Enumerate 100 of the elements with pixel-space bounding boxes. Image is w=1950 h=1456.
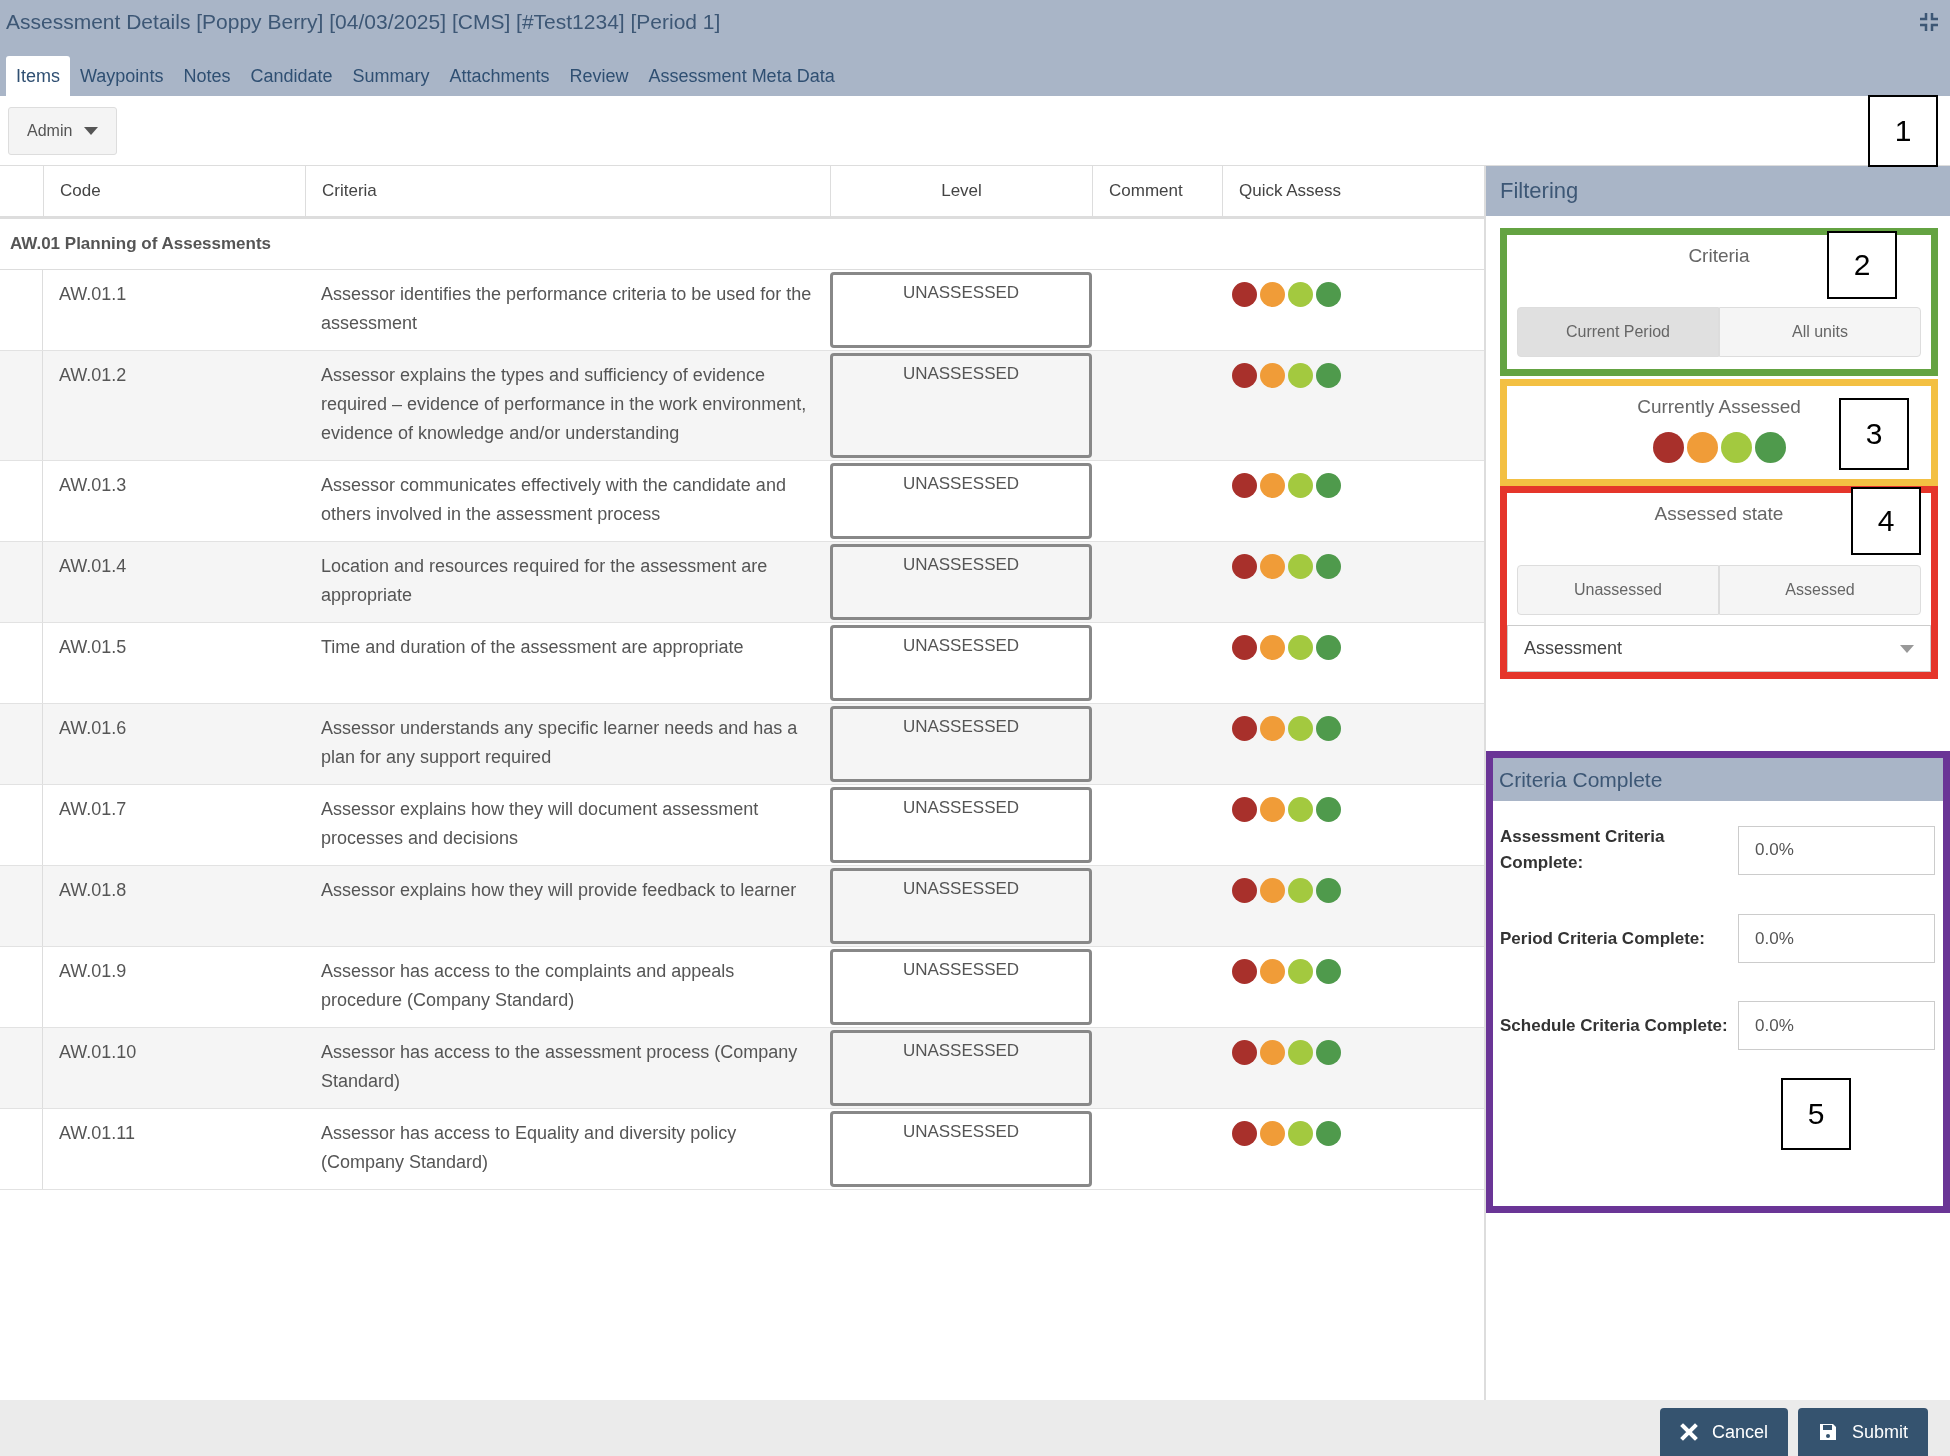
tab[interactable]: Waypoints	[70, 56, 174, 96]
criteria-cell-text: Assessor has access to the complaints and appeals procedure (Company Standard)	[320, 960, 736, 1012]
quick-assess-dot[interactable]	[1232, 635, 1257, 660]
quick-assess-dot[interactable]	[1232, 363, 1257, 388]
section-label: Criteria	[1688, 244, 1750, 267]
level-selector[interactable]: UNASSESSED	[830, 272, 1092, 348]
quick-assess-dot[interactable]	[1260, 959, 1285, 984]
assessment-select[interactable]: Assessment	[1507, 625, 1931, 672]
column-header: Quick Assess	[1222, 166, 1484, 216]
quick-assess-dot[interactable]	[1316, 282, 1341, 307]
level-selector[interactable]: UNASSESSED	[830, 949, 1092, 1025]
percent-field[interactable]: 0.0%	[1738, 825, 1935, 875]
submit-button[interactable]: Submit	[1797, 1408, 1928, 1456]
close-icon	[1679, 1423, 1698, 1441]
tab[interactable]: Review	[559, 56, 639, 96]
level-selector[interactable]: UNASSESSED	[830, 706, 1092, 782]
quick-assess-dot[interactable]	[1288, 282, 1313, 307]
code-cell-text: AW.01.11	[58, 1122, 137, 1145]
quick-assess-dot[interactable]	[1316, 554, 1341, 579]
level-selector[interactable]: UNASSESSED	[830, 625, 1092, 701]
quick-assess-dot[interactable]	[1232, 959, 1257, 984]
cancel-button[interactable]: Cancel	[1659, 1408, 1788, 1456]
level-selector[interactable]: UNASSESSED	[830, 463, 1092, 539]
quick-assess-dot[interactable]	[1316, 635, 1341, 660]
quick-assess-dot[interactable]	[1260, 363, 1285, 388]
quick-assess-dot[interactable]	[1232, 473, 1257, 498]
tab[interactable]: Candidate	[240, 56, 343, 96]
percent-field[interactable]: 0.0%	[1738, 1001, 1935, 1050]
tab[interactable]: Items	[6, 56, 70, 96]
criteria-cell-text: Location and resources required for the assessment are appropriate	[320, 555, 769, 607]
quick-assess-dot[interactable]	[1260, 473, 1285, 498]
quick-assess-dot[interactable]	[1232, 282, 1257, 307]
quick-assess-dot[interactable]	[1316, 363, 1341, 388]
section-title: Criteria Complete	[1493, 758, 1943, 801]
field-label: Schedule Criteria Complete:	[1500, 1014, 1729, 1037]
callout-number: 1	[1868, 94, 1938, 167]
level-selector[interactable]: UNASSESSED	[830, 868, 1092, 944]
section-label: Assessed state	[1654, 502, 1784, 525]
quick-assess-dot[interactable]	[1260, 878, 1285, 903]
column-header: Level	[830, 166, 1092, 216]
quick-assess-dot[interactable]	[1288, 959, 1313, 984]
tab[interactable]: Assessment Meta Data	[638, 56, 845, 96]
panel-title: Filtering	[1486, 166, 1950, 216]
quick-assess-dot[interactable]	[1232, 797, 1257, 822]
quick-assess-dot[interactable]	[1260, 282, 1285, 307]
callout-number: 5	[1781, 1078, 1851, 1150]
level-selector[interactable]: UNASSESSED	[830, 787, 1092, 863]
quick-assess-dot[interactable]	[1288, 716, 1313, 741]
quick-assess-dot[interactable]	[1232, 1121, 1257, 1146]
quick-assess-dot[interactable]	[1260, 1040, 1285, 1065]
quick-assess-dot[interactable]	[1260, 797, 1285, 822]
criteria-cell-text: Assessor understands any specific learner needs and has a plan for any support required	[320, 717, 799, 769]
assessed-filter-dot[interactable]	[1754, 432, 1786, 463]
tab[interactable]: Attachments	[439, 56, 560, 96]
code-cell-text: AW.01.10	[58, 1041, 138, 1064]
quick-assess-dot[interactable]	[1288, 1040, 1313, 1065]
quick-assess-dot[interactable]	[1316, 473, 1341, 498]
field-label: Period Criteria Complete:	[1500, 927, 1706, 950]
assessed-filter-dot[interactable]	[1652, 432, 1684, 463]
quick-assess-dot[interactable]	[1288, 878, 1313, 903]
quick-assess-dot[interactable]	[1288, 635, 1313, 660]
quick-assess-dot[interactable]	[1260, 635, 1285, 660]
quick-assess-dot[interactable]	[1232, 1040, 1257, 1065]
level-selector[interactable]: UNASSESSED	[830, 1111, 1092, 1187]
criteria-cell-text: Assessor explains the types and sufficiency of evidence required – evidence of performance in the work environment, evidence of knowledge and/or understanding	[320, 364, 808, 445]
tab[interactable]: Summary	[342, 56, 440, 96]
quick-assess-dot[interactable]	[1316, 1121, 1341, 1146]
column-header: Comment	[1092, 166, 1222, 216]
quick-assess-dot[interactable]	[1260, 554, 1285, 579]
segment-button[interactable]: Current Period	[1517, 307, 1719, 357]
assessed-filter-dot[interactable]	[1720, 432, 1752, 463]
segment-button[interactable]: Unassessed	[1517, 565, 1719, 615]
collapse-icon[interactable]	[1920, 13, 1938, 31]
assessed-filter-dot[interactable]	[1686, 432, 1718, 463]
quick-assess-dot[interactable]	[1232, 878, 1257, 903]
quick-assess-dot[interactable]	[1288, 473, 1313, 498]
quick-assess-dot[interactable]	[1316, 797, 1341, 822]
quick-assess-dot[interactable]	[1316, 716, 1341, 741]
quick-assess-dot[interactable]	[1288, 363, 1313, 388]
admin-dropdown[interactable]: Admin	[8, 106, 118, 155]
level-selector[interactable]: UNASSESSED	[830, 353, 1092, 458]
level-selector[interactable]: UNASSESSED	[830, 544, 1092, 620]
code-cell-text: AW.01.7	[58, 798, 128, 821]
code-cell-text: AW.01.4	[58, 555, 128, 578]
quick-assess-dot[interactable]	[1260, 716, 1285, 741]
segment-button[interactable]: All units	[1719, 307, 1921, 357]
quick-assess-dot[interactable]	[1232, 554, 1257, 579]
quick-assess-dot[interactable]	[1316, 878, 1341, 903]
percent-field[interactable]: 0.0%	[1738, 914, 1935, 963]
level-selector[interactable]: UNASSESSED	[830, 1030, 1092, 1106]
tab[interactable]: Notes	[173, 56, 241, 96]
quick-assess-dot[interactable]	[1288, 1121, 1313, 1146]
segment-button[interactable]: Assessed	[1719, 565, 1921, 615]
quick-assess-dot[interactable]	[1288, 797, 1313, 822]
quick-assess-dot[interactable]	[1316, 959, 1341, 984]
quick-assess-dot[interactable]	[1316, 1040, 1341, 1065]
criteria-cell-text: Assessor communicates effectively with the candidate and others involved in the assessment process	[320, 474, 787, 526]
quick-assess-dot[interactable]	[1260, 1121, 1285, 1146]
quick-assess-dot[interactable]	[1288, 554, 1313, 579]
quick-assess-dot[interactable]	[1232, 716, 1257, 741]
